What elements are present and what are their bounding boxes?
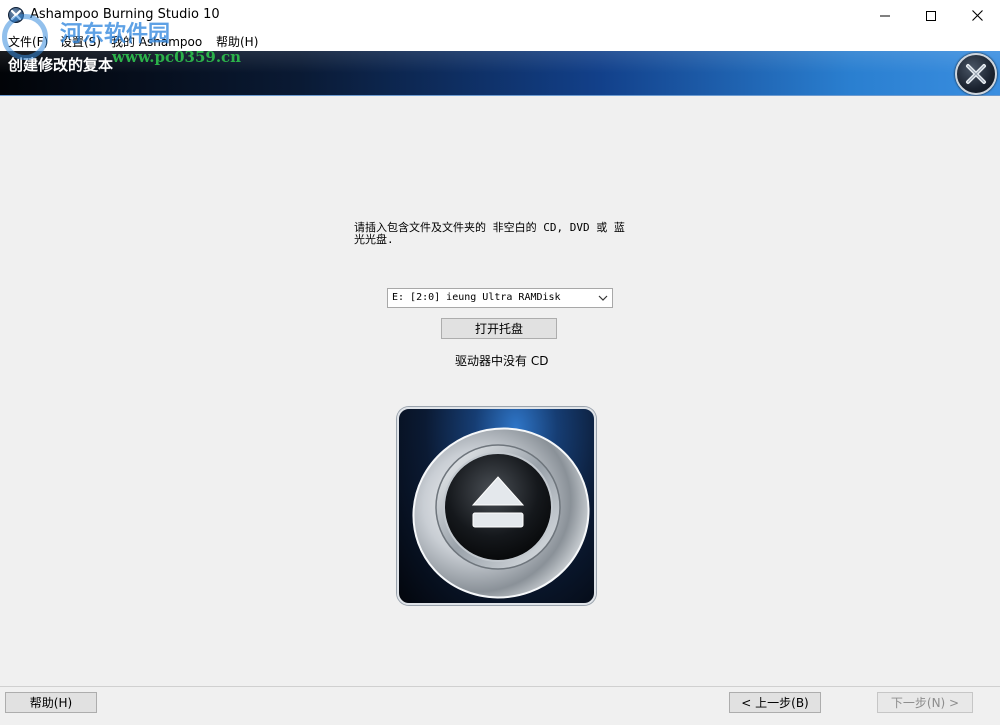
wizard-header: 创建修改的复本 [0,51,1000,96]
window-title: Ashampoo Burning Studio 10 [30,7,220,22]
close-icon [971,10,983,21]
instruction-text: 请插入包含文件及文件夹的 非空白的 CD, DVD 或 蓝光光盘. [354,221,625,246]
minimize-button[interactable] [862,0,908,31]
open-tray-button[interactable]: 打开托盘 [441,318,557,339]
menu-settings[interactable]: 设置(S) [60,33,101,50]
next-button[interactable]: 下一步(N) > [877,692,973,713]
eject-disc-icon [397,407,596,605]
wizard-title: 创建修改的复本 [8,56,114,74]
minimize-icon [880,15,890,16]
maximize-icon [926,10,936,21]
wizard-close-button[interactable] [955,53,997,95]
help-button[interactable]: 帮助(H) [5,692,97,713]
menu-help[interactable]: 帮助(H) [216,33,258,50]
header-shine [0,51,1000,73]
ashampoo-x-icon [8,7,24,23]
chevron-down-icon [598,295,608,301]
menu-my-ashampoo[interactable]: 我的 Ashampoo [111,33,202,50]
drive-status: 驱动器中没有 CD [455,354,549,368]
ashampoo-x-icon [966,64,986,84]
drive-select-value: E: [2:0] ieung Ultra RAMDisk [392,292,561,303]
maximize-button[interactable] [908,0,954,31]
drive-select[interactable]: E: [2:0] ieung Ultra RAMDisk [387,288,613,308]
close-button[interactable] [954,0,1000,31]
menu-file[interactable]: 文件(F) [8,33,48,50]
menu-bar: 文件(F) 设置(S) 我的 Ashampoo 帮助(H) [0,31,1000,51]
back-button[interactable]: < 上一步(B) [729,692,821,713]
title-bar: Ashampoo Burning Studio 10 [0,0,1000,31]
wizard-content: 请插入包含文件及文件夹的 非空白的 CD, DVD 或 蓝光光盘. E: [2:… [0,96,1000,686]
wizard-footer: 帮助(H) < 上一步(B) 下一步(N) > [0,686,1000,725]
